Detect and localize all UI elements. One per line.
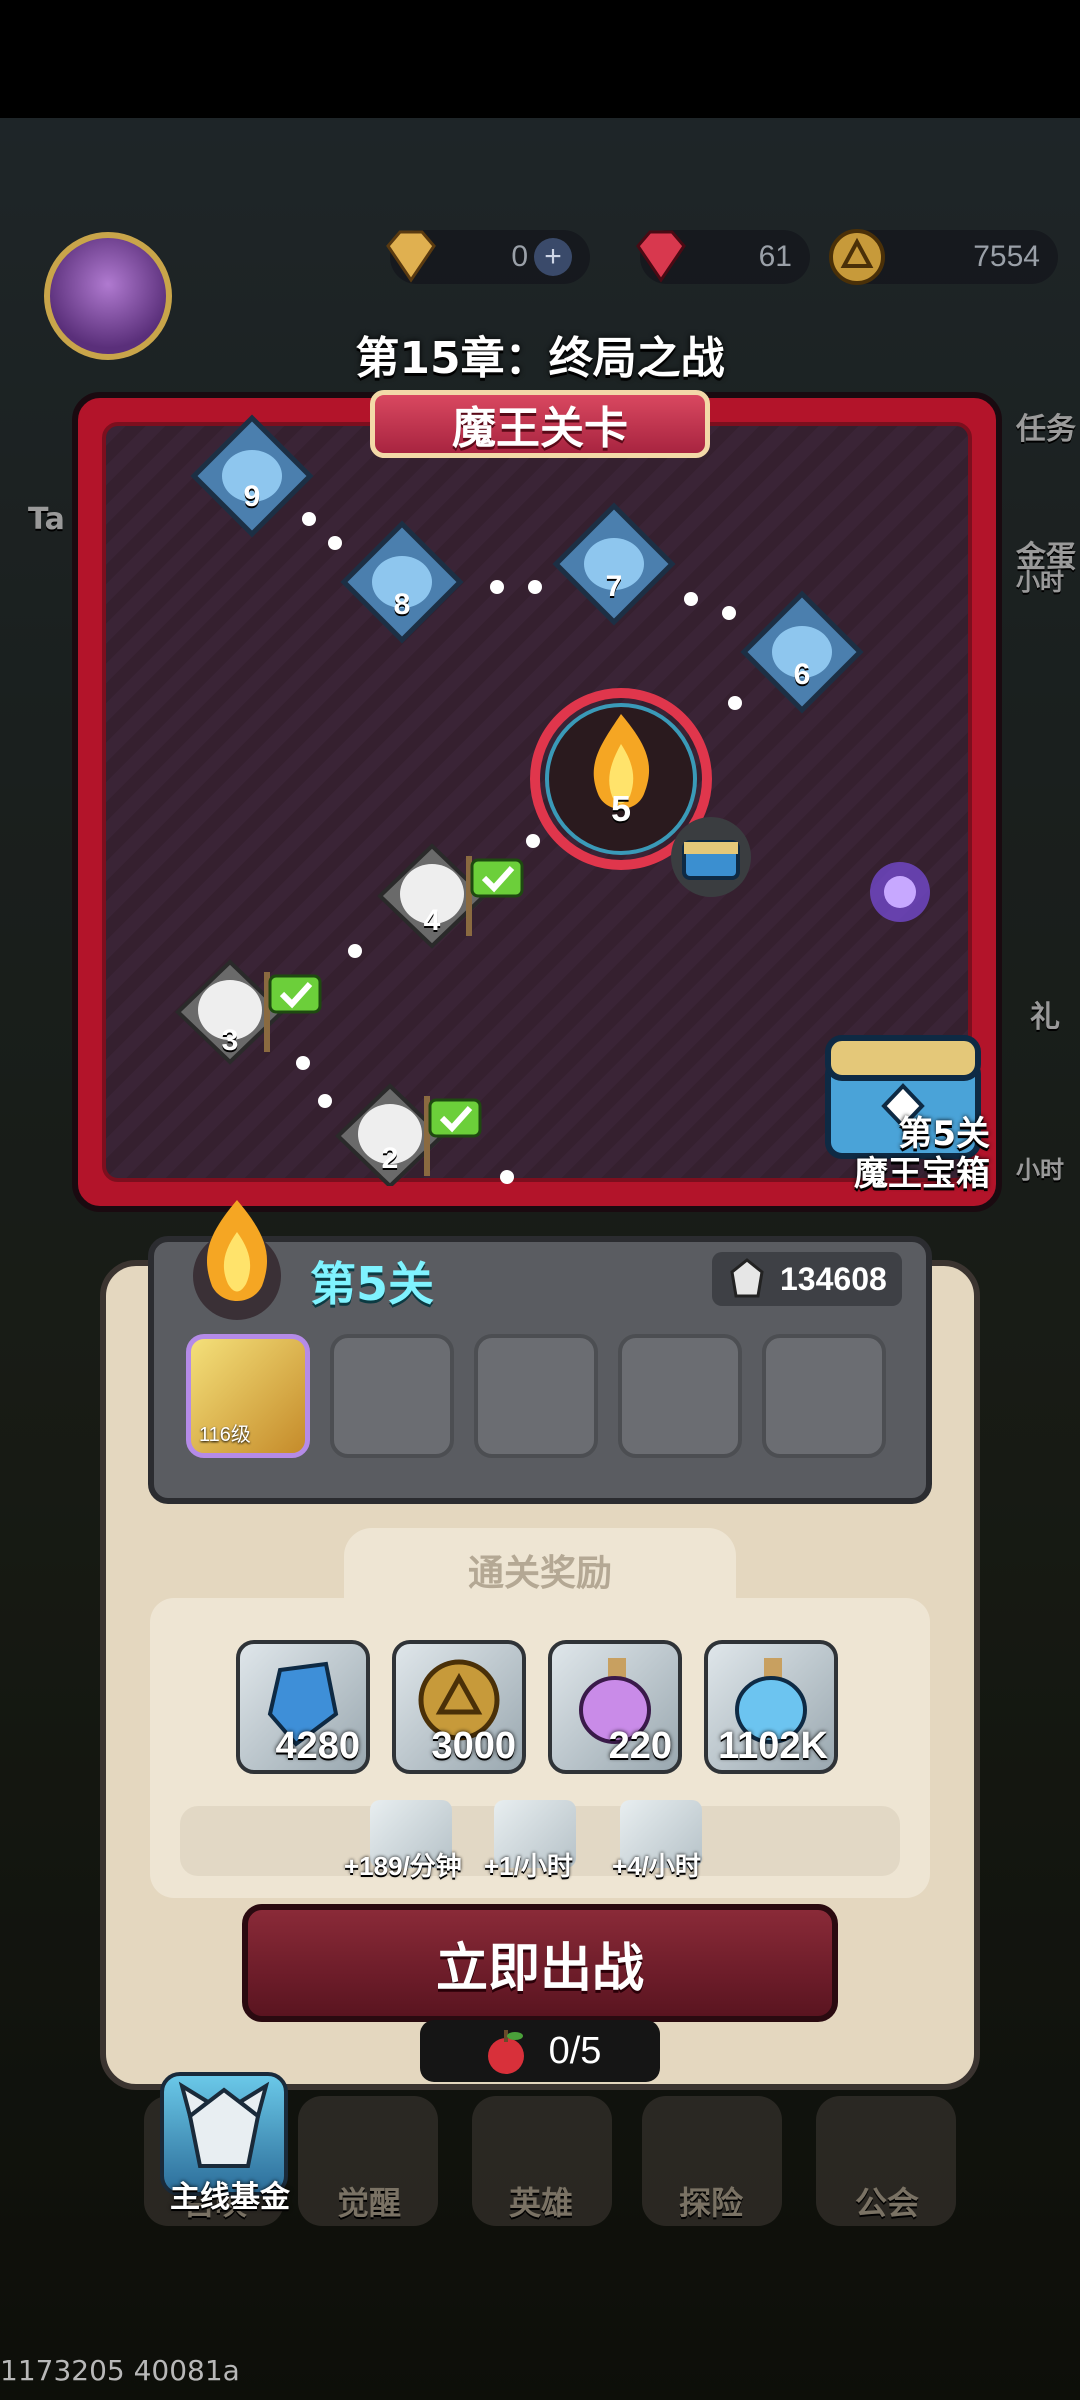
energy-value: 0/5 [548, 2029, 602, 2072]
hero-slot-2[interactable] [330, 1334, 454, 1458]
stage-node-2-cleared[interactable]: 2 [330, 1076, 490, 1186]
stage-chest-mini[interactable] [668, 814, 754, 900]
diamond-counter: 0 + [386, 230, 590, 284]
stage-number: 3 [221, 1024, 239, 1057]
treasure-chest-icon [671, 817, 751, 897]
stage-number: 6 [793, 658, 811, 691]
boss-chest-name: 魔王宝箱 [854, 1154, 990, 1194]
stage-number: 8 [393, 588, 411, 621]
stage-number: 4 [423, 904, 441, 937]
locked-slime-icon [552, 502, 676, 626]
stage-node-6[interactable]: 6 [738, 588, 866, 716]
stage-node-8[interactable]: 8 [338, 518, 466, 646]
coin-icon [829, 229, 885, 285]
path-dot [500, 1170, 514, 1184]
combat-power: 134608 [712, 1252, 902, 1306]
flame-stage-icon [193, 1200, 281, 1320]
boss-stage-banner: 魔王关卡 [370, 390, 710, 458]
reward-count: 220 [608, 1725, 672, 1767]
locked-slime-icon [740, 590, 864, 714]
hero-level: 116级 [199, 1424, 251, 1446]
boss-chest-label: 第5关 魔王宝箱 [820, 1114, 990, 1194]
boss-chest-stage: 第5关 [898, 1114, 990, 1154]
side-tab-label[interactable]: Ta [28, 502, 65, 537]
hero-slot-5[interactable] [762, 1334, 886, 1458]
main-fund-label: 主线基金 [170, 2180, 290, 2215]
reward-count: 4280 [275, 1725, 360, 1767]
path-dot [490, 580, 504, 594]
stage-label: 第5关 [310, 1257, 435, 1311]
stage-number: 2 [381, 1142, 399, 1175]
rate-text: +189/分钟 [344, 1851, 462, 1881]
build-id: 1173205 40081a [0, 2354, 240, 2387]
chapter-title: 第15章：终局之战 [355, 333, 725, 384]
hero-slot-4[interactable] [618, 1334, 742, 1458]
side-clock-label: 小时 [1016, 1156, 1064, 1184]
energy-counter: 0/5 [420, 2020, 660, 2082]
path-dot [722, 606, 736, 620]
coin-counter: 7554 [829, 229, 1058, 285]
side-gift-label[interactable]: 礼 [1030, 992, 1060, 1036]
combat-power-icon [730, 1258, 764, 1298]
reward-item[interactable]: 1102K [704, 1640, 838, 1774]
hero-slot-1[interactable]: 116级 [186, 1334, 310, 1458]
hero-slot-3[interactable] [474, 1334, 598, 1458]
side-task-label[interactable]: 任务 [1016, 404, 1076, 448]
combat-power-value: 134608 [780, 1260, 887, 1297]
path-dot [348, 944, 362, 958]
path-dot [528, 580, 542, 594]
reward-item[interactable]: 4280 [236, 1640, 370, 1774]
cleared-ghost-flag-icon [377, 843, 524, 949]
reward-count: 3000 [431, 1725, 516, 1767]
diamond-value: 0 [511, 240, 528, 273]
reward-title: 通关奖励 [344, 1528, 736, 1612]
add-diamond-button[interactable]: + [534, 238, 572, 276]
stage-node-3-cleared[interactable]: 3 [170, 952, 330, 1072]
nav-guild-label: 公会 [854, 2184, 919, 2222]
rate-text: +1/小时 [484, 1851, 573, 1881]
side-hour-label: 小时 [1016, 568, 1064, 596]
reward-count: 1102K [718, 1725, 828, 1767]
stage-node-7[interactable]: 7 [550, 500, 678, 628]
nav-explore-label: 探险 [678, 2184, 743, 2222]
nav-hero-label: 英雄 [508, 2184, 573, 2222]
reward-item[interactable]: 220 [548, 1640, 682, 1774]
stage-number: 9 [243, 480, 261, 513]
stage-node-9[interactable]: 9 [188, 412, 316, 540]
ruby-counter: 61 [636, 230, 810, 284]
diamond-icon [386, 230, 436, 283]
apple-icon [487, 2030, 524, 2074]
ruby-icon [636, 230, 686, 283]
locked-slime-icon [190, 414, 314, 538]
fight-now-button[interactable]: 立即出战 [242, 1904, 838, 2022]
stage-number: 7 [605, 570, 623, 603]
locked-slime-icon [340, 520, 464, 644]
rate-text: +4/小时 [612, 1851, 701, 1881]
purple-portal-icon [870, 862, 930, 922]
stage-node-4-cleared[interactable]: 4 [372, 836, 532, 956]
ruby-value: 61 [758, 240, 792, 273]
reward-item[interactable]: 3000 [392, 1640, 526, 1774]
path-dot [684, 592, 698, 606]
coin-value: 7554 [973, 240, 1040, 273]
